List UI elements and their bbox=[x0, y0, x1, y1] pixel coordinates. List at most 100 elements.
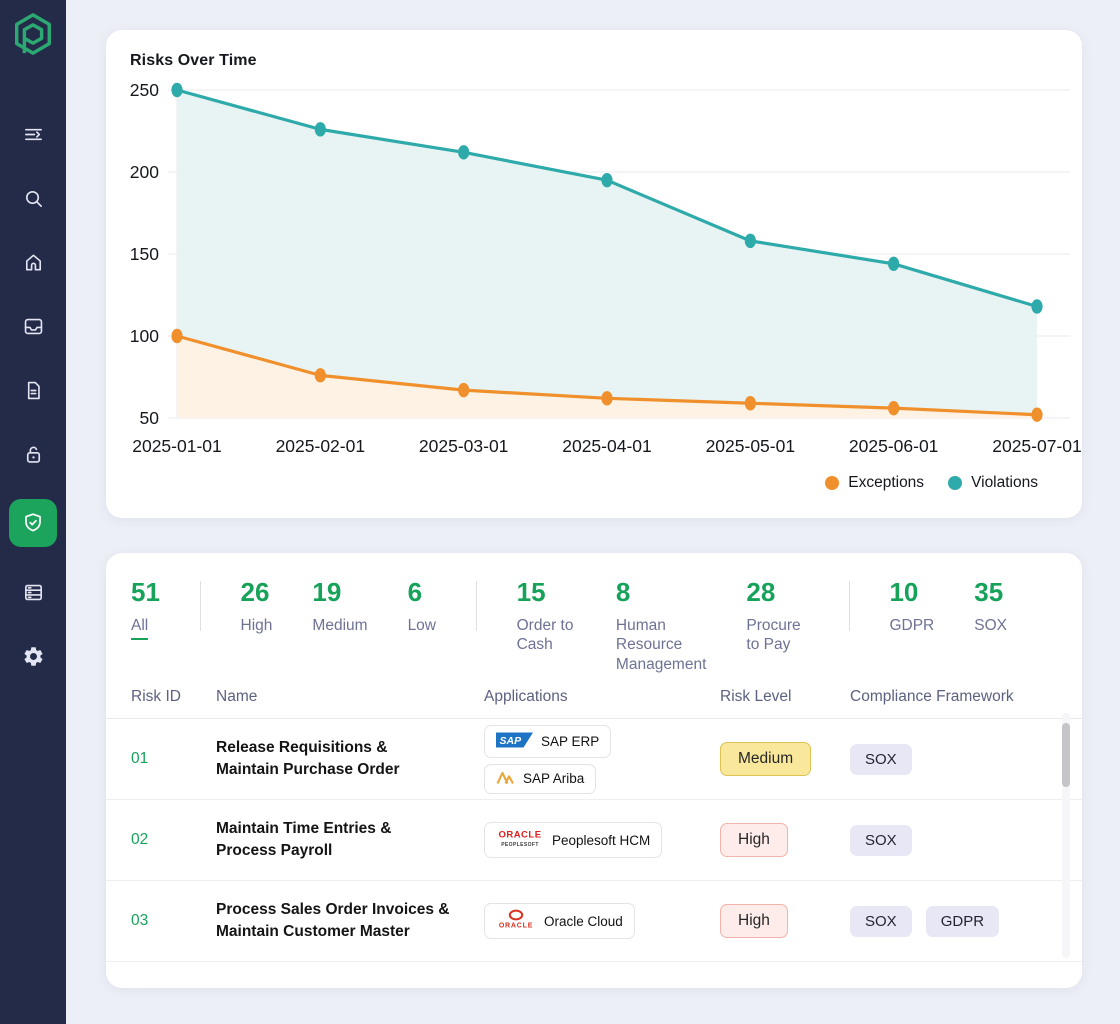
column-header-compliance-framework: Compliance Framework bbox=[850, 688, 1052, 706]
risk-name: Release Requisitions & Maintain Purchase… bbox=[216, 737, 454, 780]
stat-filter-sox[interactable]: 35 SOX bbox=[974, 579, 1007, 635]
application-label: Peoplesoft HCM bbox=[552, 833, 650, 848]
sidebar-item-data-rows[interactable] bbox=[0, 560, 66, 624]
stat-value: 28 bbox=[746, 579, 808, 605]
risk-name: Maintain Time Entries & Process Payroll bbox=[216, 818, 454, 861]
svg-text:100: 100 bbox=[130, 326, 159, 346]
chart-legend: Exceptions Violations bbox=[106, 474, 1082, 492]
svg-text:250: 250 bbox=[130, 80, 159, 100]
stat-label: Human Resource Management bbox=[616, 616, 706, 674]
sidebar-item-lock[interactable] bbox=[0, 422, 66, 486]
application-chip: ORACLEPEOPLESOFT Peoplesoft HCM bbox=[484, 822, 662, 858]
column-header-name: Name bbox=[216, 688, 484, 706]
stat-label: Low bbox=[408, 616, 436, 635]
main-content: Risks Over Time 250200150100502025-01-01… bbox=[66, 0, 1120, 988]
svg-text:2025-06-01: 2025-06-01 bbox=[849, 436, 939, 456]
stat-value: 15 bbox=[517, 579, 576, 605]
stat-value: 35 bbox=[974, 579, 1007, 605]
settings-icon bbox=[22, 645, 45, 668]
application-chip: ORACLEOracle Cloud bbox=[484, 903, 635, 939]
chart-title: Risks Over Time bbox=[106, 52, 1082, 70]
svg-text:PEOPLESOFT: PEOPLESOFT bbox=[501, 842, 539, 848]
legend-label: Violations bbox=[971, 474, 1038, 492]
sidebar-item-document[interactable] bbox=[0, 358, 66, 422]
risks-over-time-chart: 250200150100502025-01-012025-02-012025-0… bbox=[106, 72, 1082, 474]
stat-label: Procure to Pay bbox=[746, 616, 808, 655]
peoplesoft-logo-icon: ORACLEPEOPLESOFT bbox=[496, 828, 544, 852]
stat-filter-low[interactable]: 6 Low bbox=[408, 579, 436, 635]
risk-name: Process Sales Order Invoices & Maintain … bbox=[216, 899, 454, 942]
table-row[interactable]: 02 Maintain Time Entries & Process Payro… bbox=[106, 800, 1082, 881]
framework-badge: SOX bbox=[850, 825, 912, 856]
document-icon bbox=[22, 379, 45, 402]
framework-badge: SOX bbox=[850, 906, 912, 937]
sidebar-item-settings[interactable] bbox=[0, 624, 66, 688]
collapse-menu-icon bbox=[22, 123, 45, 146]
svg-text:SAP: SAP bbox=[500, 734, 523, 746]
stat-value: 19 bbox=[312, 579, 367, 605]
stats-divider bbox=[476, 581, 477, 631]
sidebar-item-collapse-menu[interactable] bbox=[0, 102, 66, 166]
stat-filter-gdpr[interactable]: 10 GDPR bbox=[889, 579, 934, 635]
app-logo-icon bbox=[9, 10, 57, 58]
table-body: 01 Release Requisitions & Maintain Purch… bbox=[106, 719, 1082, 962]
stat-filter-order-to-cash[interactable]: 15 Order to Cash bbox=[517, 579, 576, 655]
legend-dot-icon bbox=[948, 476, 962, 490]
stat-filter-medium[interactable]: 19 Medium bbox=[312, 579, 367, 635]
risk-level-badge: High bbox=[720, 823, 788, 857]
legend-dot-icon bbox=[825, 476, 839, 490]
stat-label: GDPR bbox=[889, 616, 934, 635]
stat-filter-high[interactable]: 26 High bbox=[241, 579, 273, 635]
stat-filter-procure-to-pay[interactable]: 28 Procure to Pay bbox=[746, 579, 808, 655]
column-header-risk-level: Risk Level bbox=[720, 688, 850, 706]
stat-value: 26 bbox=[241, 579, 273, 605]
compliance-cell: SOX bbox=[850, 744, 1052, 775]
table-scrollbar[interactable] bbox=[1062, 713, 1070, 958]
application-label: Oracle Cloud bbox=[544, 914, 623, 929]
stat-value: 6 bbox=[408, 579, 436, 605]
stat-value: 8 bbox=[616, 579, 706, 605]
risk-level-badge: High bbox=[720, 904, 788, 938]
table-row[interactable]: 01 Release Requisitions & Maintain Purch… bbox=[106, 719, 1082, 800]
legend-item-violations[interactable]: Violations bbox=[948, 474, 1038, 492]
table-row[interactable]: 03 Process Sales Order Invoices & Mainta… bbox=[106, 881, 1082, 962]
stat-label: SOX bbox=[974, 616, 1007, 635]
stat-filter-human-resource-management[interactable]: 8 Human Resource Management bbox=[616, 579, 706, 674]
svg-text:2025-04-01: 2025-04-01 bbox=[562, 436, 652, 456]
framework-badge: GDPR bbox=[926, 906, 999, 937]
legend-item-exceptions[interactable]: Exceptions bbox=[825, 474, 924, 492]
application-chip: SAP Ariba bbox=[484, 764, 596, 794]
sidebar-item-search[interactable] bbox=[0, 166, 66, 230]
svg-text:2025-07-01: 2025-07-01 bbox=[992, 436, 1082, 456]
stats-divider bbox=[849, 581, 850, 631]
search-icon bbox=[22, 187, 45, 210]
stats-filter-bar: 51 All 26 High 19 Medium 6 Low 15 Order to C… bbox=[106, 553, 1082, 675]
lock-icon bbox=[22, 443, 45, 466]
stat-label: High bbox=[241, 616, 273, 635]
compliance-cell: SOX bbox=[850, 825, 1052, 856]
svg-text:200: 200 bbox=[130, 162, 159, 182]
risk-level-badge: Medium bbox=[720, 742, 811, 776]
application-label: SAP Ariba bbox=[523, 771, 584, 786]
stat-label: All bbox=[131, 616, 160, 635]
svg-text:2025-03-01: 2025-03-01 bbox=[419, 436, 509, 456]
table-scrollbar-thumb[interactable] bbox=[1062, 723, 1070, 787]
sidebar-item-shield-check[interactable] bbox=[0, 494, 66, 552]
svg-text:ORACLE: ORACLE bbox=[498, 830, 541, 841]
risks-over-time-card: Risks Over Time 250200150100502025-01-01… bbox=[106, 30, 1082, 518]
applications-cell: ORACLEOracle Cloud bbox=[484, 903, 720, 939]
compliance-cell: SOX GDPR bbox=[850, 906, 1052, 937]
column-header-risk-id: Risk ID bbox=[131, 688, 216, 706]
stat-label: Order to Cash bbox=[517, 616, 576, 655]
sidebar-item-inbox[interactable] bbox=[0, 294, 66, 358]
stat-filter-all[interactable]: 51 All bbox=[131, 579, 160, 635]
svg-text:2025-01-01: 2025-01-01 bbox=[132, 436, 222, 456]
application-chip: SAPSAP ERP bbox=[484, 725, 611, 758]
sap-logo-icon: SAP bbox=[496, 731, 533, 752]
sidebar-nav bbox=[0, 102, 66, 688]
applications-cell: ORACLEPEOPLESOFT Peoplesoft HCM bbox=[484, 822, 720, 858]
sidebar-item-home[interactable] bbox=[0, 230, 66, 294]
stats-divider bbox=[200, 581, 201, 631]
ariba-logo-icon bbox=[496, 770, 515, 788]
table-header-row: Risk IDNameApplicationsRisk LevelComplia… bbox=[106, 675, 1082, 719]
